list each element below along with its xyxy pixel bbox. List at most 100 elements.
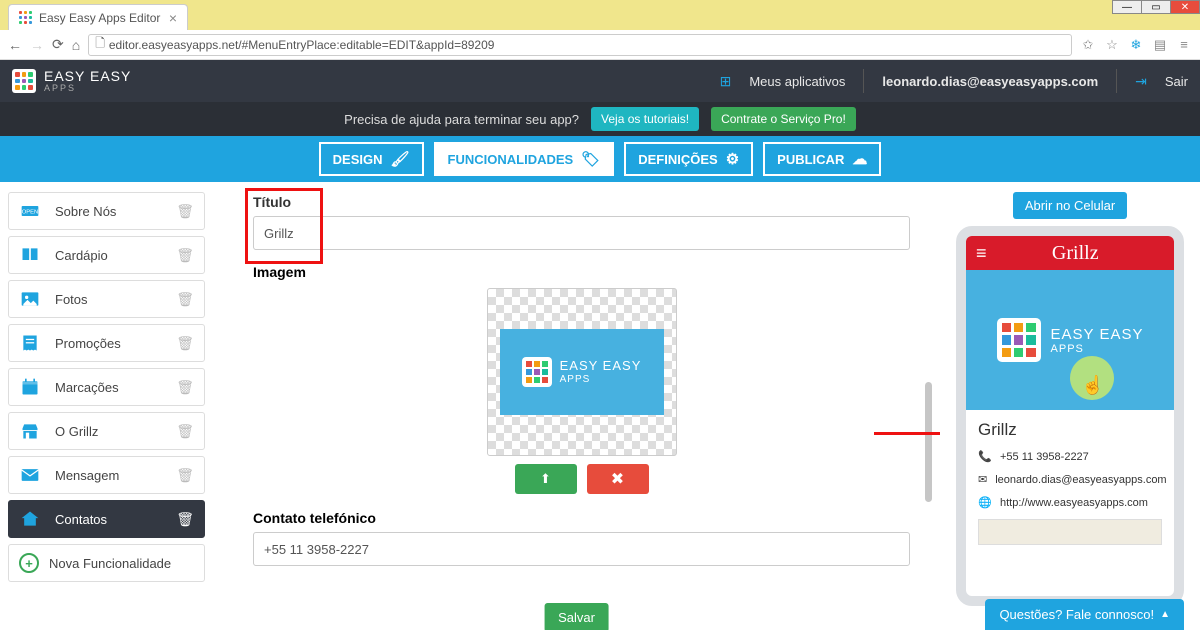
receipt-icon	[19, 333, 41, 353]
plus-circle-icon: +	[19, 553, 39, 573]
sidebar-item-promotions[interactable]: Promoções 🗑	[8, 324, 205, 362]
envelope-icon	[19, 465, 41, 485]
url-text: editor.easyeasyapps.net/#MenuEntryPlace:…	[109, 38, 495, 52]
home-icon[interactable]: ⌂	[72, 37, 80, 53]
reload-icon[interactable]: ⟳	[52, 36, 64, 53]
sidebar: OPEN Sobre Nós 🗑 Cardápio 🗑 Fotos 🗑 Prom	[0, 182, 213, 630]
forward-icon: →	[30, 37, 44, 53]
sidebar-item-contacts[interactable]: Contatos 🗑	[8, 500, 205, 538]
sidebar-item-photos[interactable]: Fotos 🗑	[8, 280, 205, 318]
form-panel: Título Imagem EASY EASY APPS	[213, 182, 940, 630]
window-maximize-button[interactable]: ▭	[1141, 0, 1171, 14]
tutorials-button[interactable]: Veja os tutoriais!	[591, 107, 699, 131]
my-apps-link[interactable]: Meus aplicativos	[749, 74, 845, 89]
tab-close-icon[interactable]: ×	[169, 10, 177, 26]
drawer-icon[interactable]: ▤	[1152, 37, 1168, 53]
sidebar-item-grillz[interactable]: O Grillz 🗑	[8, 412, 205, 450]
svg-text:OPEN: OPEN	[22, 210, 39, 216]
tag-icon: 🏷	[581, 150, 600, 168]
browser-tab[interactable]: Easy Easy Apps Editor ×	[8, 4, 188, 30]
favicon-icon	[19, 11, 33, 25]
logo-text: EASY EASY	[44, 69, 131, 83]
close-icon: ✖	[611, 469, 624, 489]
preview-header: ≡ Grillz	[966, 236, 1174, 270]
phone-preview: ≡ Grillz EASY EASY APPS ☝ Grillz	[956, 226, 1184, 606]
browser-tab-strip: Easy Easy Apps Editor ×	[0, 0, 1200, 30]
image-label: Imagem	[253, 264, 910, 280]
app-header: EASY EASY APPS ⊞ Meus aplicativos leonar…	[0, 60, 1200, 102]
phone-icon: 📞	[978, 450, 992, 463]
menu-icon[interactable]: ≡	[1176, 37, 1192, 53]
trash-icon[interactable]: 🗑	[176, 467, 194, 484]
upload-image-button[interactable]: ⬆	[515, 464, 577, 494]
preview-page-title: Grillz	[978, 420, 1162, 440]
chevron-up-icon: ▲	[1160, 609, 1170, 620]
user-email[interactable]: leonardo.dias@easyeasyapps.com	[882, 74, 1098, 89]
sidebar-add-new[interactable]: + Nova Funcionalidade	[8, 544, 205, 582]
address-bar: ← → ⟳ ⌂ 🗋 editor.easyeasyapps.net/#MenuE…	[0, 30, 1200, 60]
preview-phone-row[interactable]: 📞+55 11 3958-2227	[978, 450, 1162, 463]
image-icon	[19, 289, 41, 309]
rating-icon[interactable]: ✩	[1080, 37, 1096, 53]
logo-grid-icon	[522, 357, 552, 387]
cloud-upload-icon: ☁	[852, 150, 867, 168]
trash-icon[interactable]: 🗑	[176, 423, 194, 440]
phone-input[interactable]	[253, 532, 910, 566]
feedback-button[interactable]: Questões? Fale connosco! ▲	[985, 599, 1184, 630]
trash-icon[interactable]: 🗑	[176, 247, 194, 264]
open-sign-icon: OPEN	[19, 201, 41, 221]
separator	[863, 69, 864, 93]
logo-grid-icon	[997, 318, 1041, 362]
store-icon	[19, 421, 41, 441]
sidebar-item-menu[interactable]: Cardápio 🗑	[8, 236, 205, 274]
snowflake-icon[interactable]: ❄	[1128, 37, 1144, 53]
title-input[interactable]	[253, 216, 910, 250]
preview-map[interactable]	[978, 519, 1162, 545]
preview-website-row[interactable]: 🌐http://www.easyeasyapps.com	[978, 496, 1162, 509]
logo-subtext: APPS	[44, 83, 131, 93]
trash-icon[interactable]: 🗑	[176, 203, 194, 220]
scrollbar-thumb[interactable]	[925, 382, 932, 502]
upload-icon: ⬆	[540, 471, 551, 487]
apps-grid-icon: ⊞	[720, 73, 732, 90]
nav-design[interactable]: DESIGN 🖌	[319, 142, 424, 176]
separator	[1116, 69, 1117, 93]
sidebar-item-message[interactable]: Mensagem 🗑	[8, 456, 205, 494]
calendar-icon	[19, 377, 41, 397]
envelope-icon: ✉	[978, 473, 987, 486]
star-icon[interactable]: ☆	[1104, 37, 1120, 53]
save-button[interactable]: Salvar	[544, 603, 609, 630]
hamburger-icon[interactable]: ≡	[976, 243, 987, 264]
globe-icon: 🌐	[978, 496, 992, 509]
open-mobile-button[interactable]: Abrir no Celular	[1013, 192, 1127, 219]
preview-hero: EASY EASY APPS ☝	[966, 270, 1174, 410]
tab-title: Easy Easy Apps Editor	[39, 11, 160, 25]
house-icon	[19, 509, 41, 529]
nav-functionalities[interactable]: FUNCIONALIDADES 🏷	[434, 142, 615, 176]
book-icon	[19, 245, 41, 265]
sidebar-item-bookings[interactable]: Marcações 🗑	[8, 368, 205, 406]
trash-icon[interactable]: 🗑	[176, 335, 194, 352]
trash-icon[interactable]: 🗑	[176, 291, 194, 308]
phone-label: Contato telefónico	[253, 510, 910, 526]
trash-icon[interactable]: 🗑	[176, 511, 194, 528]
pro-service-button[interactable]: Contrate o Serviço Pro!	[711, 107, 856, 131]
preview-brand: Grillz	[987, 242, 1164, 265]
window-minimize-button[interactable]: ―	[1112, 0, 1142, 14]
logout-link[interactable]: Sair	[1165, 74, 1188, 89]
image-preview: EASY EASY APPS	[487, 288, 677, 456]
logo[interactable]: EASY EASY APPS	[12, 69, 131, 93]
trash-icon[interactable]: 🗑	[176, 379, 194, 396]
help-text: Precisa de ajuda para terminar seu app?	[344, 112, 579, 127]
title-label: Título	[253, 194, 910, 210]
main-nav: DESIGN 🖌 FUNCIONALIDADES 🏷 DEFINIÇÕES ⚙ …	[0, 136, 1200, 182]
back-icon[interactable]: ←	[8, 37, 22, 53]
nav-publish[interactable]: PUBLICAR ☁	[763, 142, 881, 176]
sidebar-item-about[interactable]: OPEN Sobre Nós 🗑	[8, 192, 205, 230]
delete-image-button[interactable]: ✖	[587, 464, 649, 494]
nav-definitions[interactable]: DEFINIÇÕES ⚙	[624, 142, 753, 176]
cursor-hand-icon: ☝	[1082, 375, 1104, 396]
url-input[interactable]: 🗋 editor.easyeasyapps.net/#MenuEntryPlac…	[88, 34, 1072, 56]
window-close-button[interactable]: ✕	[1170, 0, 1200, 14]
preview-email-row[interactable]: ✉leonardo.dias@easyeasyapps.com	[978, 473, 1162, 486]
